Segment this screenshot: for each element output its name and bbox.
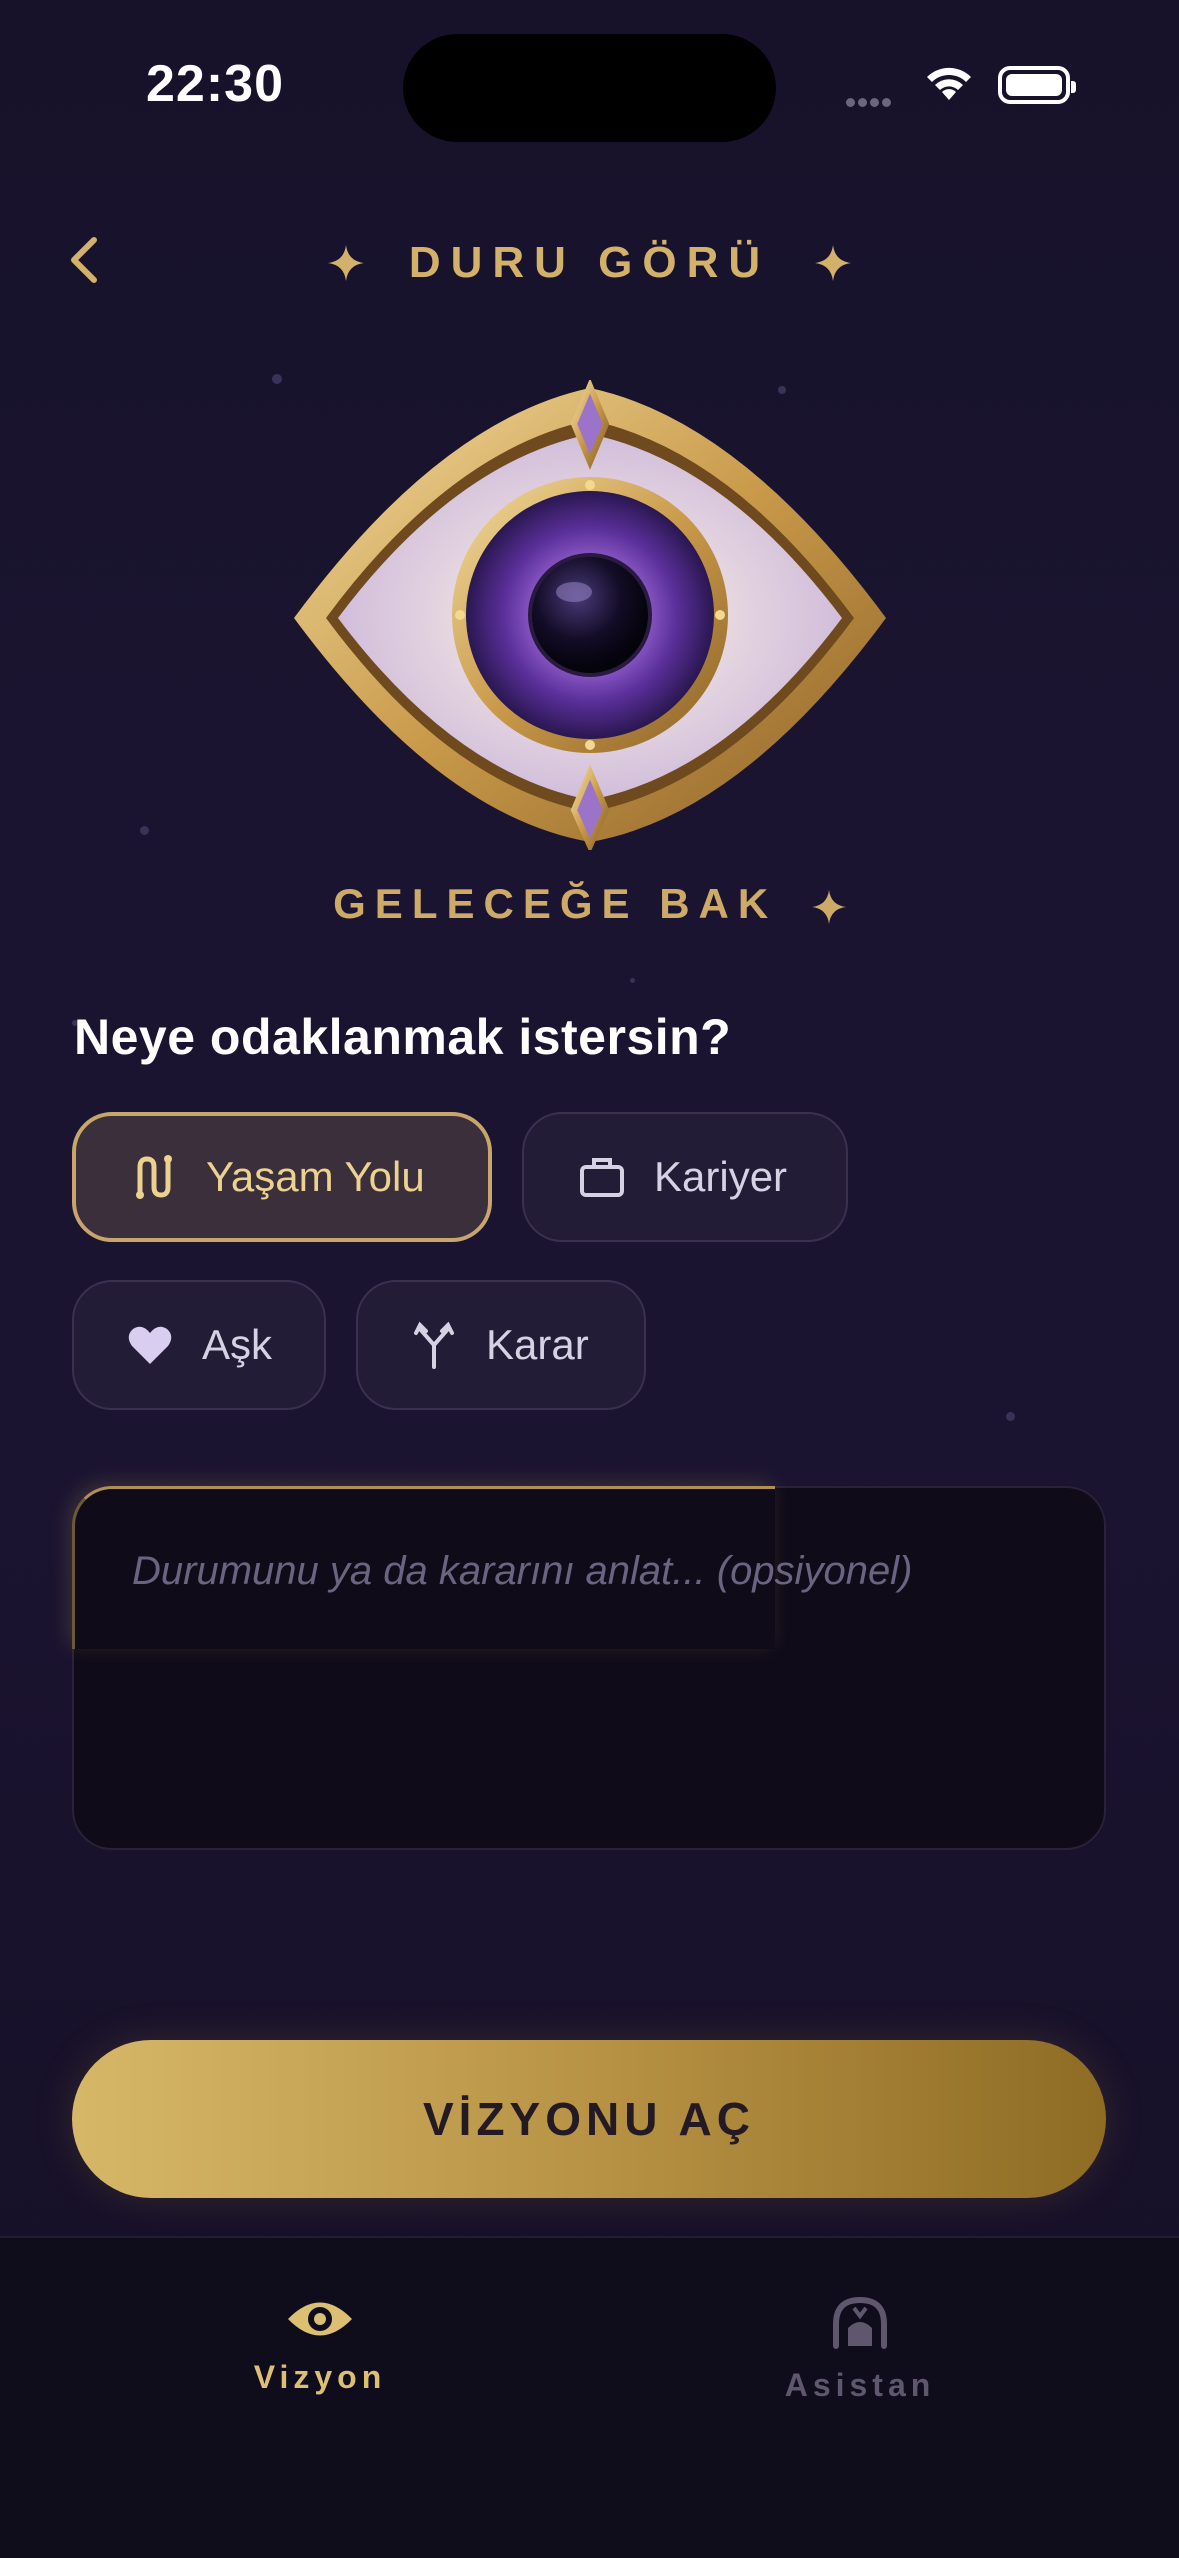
- header: DURU GÖRÜ: [0, 200, 1179, 320]
- split-arrows-icon: [410, 1321, 458, 1369]
- textarea-glow: [72, 1486, 775, 1649]
- situation-textarea[interactable]: Durumunu ya da kararını anlat... (opsiyo…: [72, 1486, 1106, 1850]
- background-star: [1006, 1412, 1015, 1421]
- sparkle-icon: [814, 245, 851, 281]
- battery-icon: [998, 66, 1076, 104]
- sparkle-icon: [328, 245, 365, 281]
- focus-chip-label: Yaşam Yolu: [206, 1153, 425, 1200]
- hero-subtitle: GELECEĞE BAK: [0, 880, 1179, 928]
- status-time: 22:30: [146, 55, 284, 113]
- hero-subtitle-text: GELECEĞE BAK: [333, 880, 778, 927]
- status-bar: 22:30: [0, 0, 1179, 150]
- background-star: [630, 978, 635, 983]
- tab-bar: Vizyon Asistan: [0, 2236, 1179, 2558]
- focus-chip-label: Kariyer: [654, 1153, 788, 1200]
- tab-vision[interactable]: Vizyon: [170, 2294, 470, 2396]
- assistant-icon: [833, 2296, 887, 2349]
- focus-chip-decision[interactable]: Karar: [356, 1280, 646, 1410]
- wifi-icon: [927, 67, 971, 100]
- focus-chip-label: Karar: [486, 1321, 589, 1368]
- focus-question: Neye odaklanmak istersin?: [74, 1009, 732, 1065]
- tab-label: Vizyon: [253, 2359, 387, 2395]
- open-vision-label: VİZYONU AÇ: [423, 2093, 755, 2145]
- focus-chip-career[interactable]: Kariyer: [522, 1112, 848, 1242]
- focus-chip-label: Aşk: [202, 1321, 273, 1368]
- briefcase-icon: [578, 1153, 626, 1201]
- path-icon: [130, 1153, 178, 1201]
- focus-chip-life-path[interactable]: Yaşam Yolu: [72, 1112, 492, 1242]
- focus-chip-love[interactable]: Aşk: [72, 1280, 326, 1410]
- heart-icon: [126, 1321, 174, 1369]
- dynamic-island: [403, 34, 776, 142]
- eye-icon: [288, 2302, 352, 2336]
- background-star: [140, 826, 149, 835]
- mystic-eye-emblem[interactable]: [290, 380, 890, 850]
- page-title: DURU GÖRÜ: [408, 238, 771, 287]
- open-vision-button[interactable]: VİZYONU AÇ: [72, 2040, 1106, 2198]
- tab-assistant[interactable]: Asistan: [710, 2294, 1010, 2404]
- background-star: [272, 374, 282, 384]
- cellular-signal-icon: [846, 94, 894, 112]
- tab-label: Asistan: [784, 2367, 936, 2403]
- sparkle-icon: [811, 889, 846, 924]
